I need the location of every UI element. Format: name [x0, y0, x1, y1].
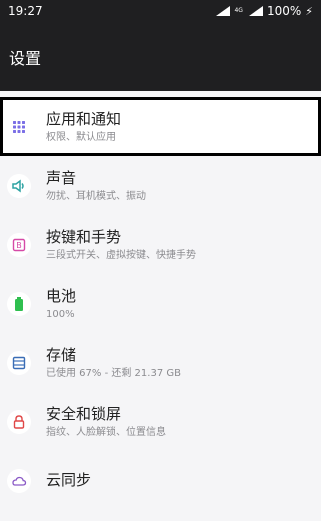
item-title: 应用和通知 [46, 109, 122, 128]
app-bar: 设置 [0, 22, 321, 91]
item-text: 应用和通知 权限、默认应用 [46, 110, 121, 144]
item-subtitle: 权限、默认应用 [46, 131, 116, 143]
item-subtitle: 勿扰、耳机模式、振动 [46, 190, 146, 202]
signal-icon-2 [247, 6, 263, 16]
status-icons: 4G 100% ⚡ [214, 4, 313, 18]
item-subtitle: 指纹、人脸解锁、位置信息 [46, 426, 166, 438]
svg-text:B: B [16, 241, 22, 250]
item-title: 声音 [46, 168, 77, 187]
storage-icon [7, 350, 31, 375]
settings-list: 应用和通知 权限、默认应用 声音 勿扰、耳机模式、振动 B 按键和手势 三段式开… [0, 97, 321, 510]
charging-bolt-icon: ⚡ [305, 4, 313, 18]
lock-icon [7, 409, 31, 434]
battery-text: 100% [266, 4, 302, 18]
key-icon: B [7, 232, 31, 257]
volume-icon [7, 173, 31, 198]
status-time: 19:27 [8, 4, 43, 18]
item-title: 存储 [46, 345, 77, 364]
signal-icon [214, 6, 231, 16]
network-label: 4G [234, 7, 243, 14]
battery-icon [7, 291, 31, 316]
settings-item-battery[interactable]: 电池 100% [0, 274, 321, 333]
settings-item-apps-notifications[interactable]: 应用和通知 权限、默认应用 [0, 97, 321, 156]
cloud-icon [7, 468, 31, 493]
apps-grid-icon [7, 114, 31, 139]
item-title: 按键和手势 [46, 227, 122, 246]
settings-item-cloud-sync[interactable]: 云同步 [0, 451, 321, 510]
settings-item-storage[interactable]: 存储 已使用 67% - 还剩 21.37 GB [0, 333, 321, 392]
page-title: 设置 [9, 48, 42, 68]
item-subtitle: 100% [46, 308, 75, 320]
item-title: 安全和锁屏 [46, 404, 122, 423]
settings-item-security-lock[interactable]: 安全和锁屏 指纹、人脸解锁、位置信息 [0, 392, 321, 451]
item-title: 云同步 [46, 471, 92, 489]
item-subtitle: 三段式开关、虚拟按键、快捷手势 [46, 249, 196, 261]
settings-item-keys-gestures[interactable]: B 按键和手势 三段式开关、虚拟按键、快捷手势 [0, 215, 321, 274]
item-title: 电池 [46, 286, 77, 305]
settings-item-sound[interactable]: 声音 勿扰、耳机模式、振动 [0, 156, 321, 215]
item-subtitle: 已使用 67% - 还剩 21.37 GB [46, 367, 181, 379]
status-bar: 19:27 4G 100% ⚡ [0, 0, 321, 22]
